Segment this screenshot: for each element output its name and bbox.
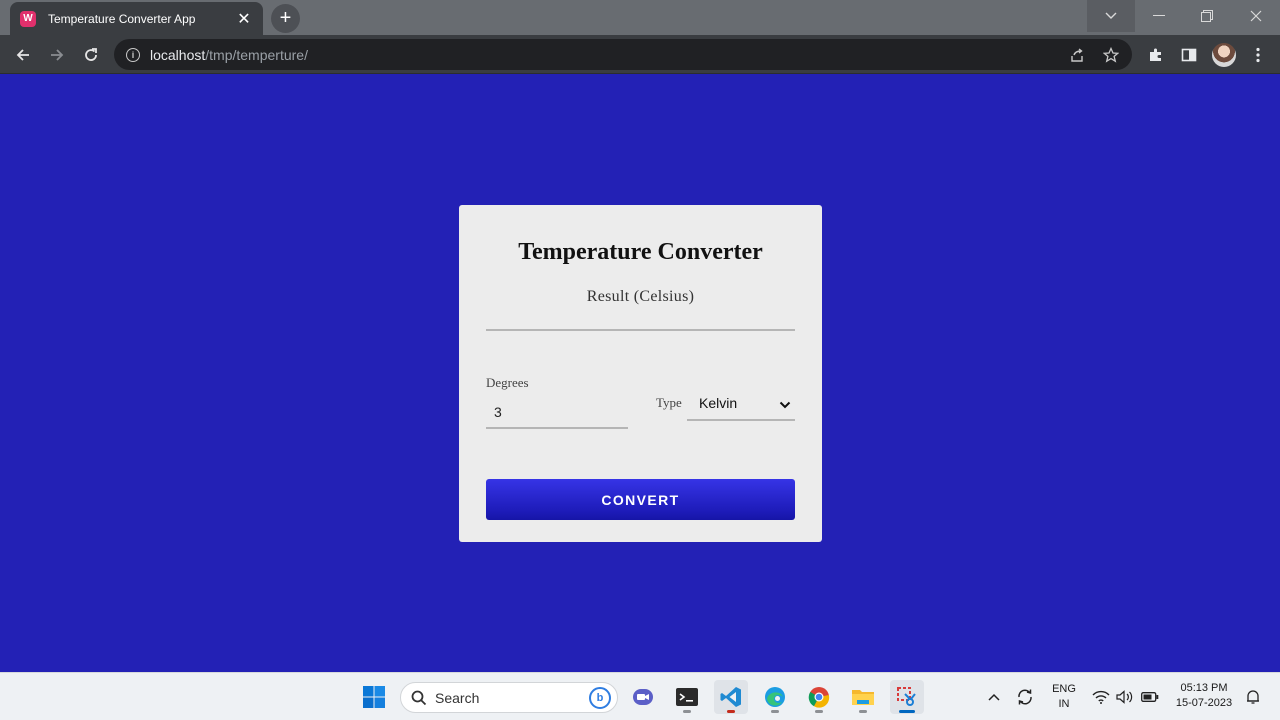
menu-kebab-icon[interactable]	[1245, 42, 1271, 68]
close-tab-icon[interactable]: ✕	[235, 9, 253, 29]
start-button[interactable]	[357, 680, 391, 714]
chevron-down-icon	[779, 397, 791, 413]
avatar	[1212, 43, 1236, 67]
tab-search-button[interactable]	[1087, 0, 1135, 32]
type-label: Type	[656, 395, 682, 410]
degrees-label: Degrees	[486, 375, 529, 390]
battery-icon[interactable]	[1138, 680, 1162, 714]
terminal-icon[interactable]	[670, 680, 704, 714]
reload-button[interactable]	[77, 41, 105, 69]
bookmark-star-icon[interactable]	[1100, 44, 1122, 66]
share-icon[interactable]	[1066, 44, 1088, 66]
snipping-tool-icon[interactable]	[890, 680, 924, 714]
running-indicator	[899, 710, 915, 713]
app-title: Temperature Converter	[518, 239, 763, 265]
forward-button[interactable]	[43, 41, 71, 69]
running-indicator	[815, 710, 823, 713]
clock[interactable]: 05:13 PM 15-07-2023	[1168, 681, 1240, 711]
extensions-icon[interactable]	[1143, 42, 1169, 68]
tab-title: Temperature Converter App	[48, 11, 196, 26]
new-tab-button[interactable]: +	[271, 4, 300, 33]
language-indicator[interactable]: ENG IN	[1048, 682, 1080, 712]
chevron-up-icon[interactable]	[982, 680, 1006, 714]
language-region: IN	[1058, 698, 1070, 710]
browser-tabstrip: W Temperature Converter App ✕ +	[0, 0, 1280, 35]
close-window-button[interactable]	[1232, 0, 1280, 32]
address-bar[interactable]: i localhost/tmp/temperture/	[114, 39, 1132, 70]
running-indicator	[727, 710, 735, 713]
minimize-button[interactable]	[1135, 0, 1183, 32]
running-indicator	[771, 710, 779, 713]
sync-icon[interactable]	[1011, 680, 1039, 714]
running-indicator	[859, 710, 867, 713]
back-button[interactable]	[9, 41, 37, 69]
favicon-icon: W	[20, 10, 36, 27]
edge-icon[interactable]	[758, 680, 792, 714]
search-icon	[411, 690, 427, 705]
url-text: localhost/tmp/temperture/	[150, 47, 308, 63]
taskbar: Search b ENG IN 05:13 PM 15-07-2023	[0, 672, 1280, 720]
wifi-icon[interactable]	[1090, 680, 1112, 714]
converter-card: Temperature Converter Result (Celsius) D…	[459, 205, 822, 542]
language-code: ENG	[1052, 683, 1076, 695]
browser-toolbar: i localhost/tmp/temperture/	[0, 35, 1280, 74]
type-select[interactable]: Kelvin	[687, 387, 795, 421]
file-explorer-icon[interactable]	[846, 680, 880, 714]
page-background: Temperature Converter Result (Celsius) D…	[0, 75, 1280, 672]
volume-icon[interactable]	[1114, 680, 1136, 714]
url-path: /tmp/temperture/	[205, 46, 308, 63]
degrees-input[interactable]	[486, 397, 628, 429]
side-panel-icon[interactable]	[1176, 42, 1202, 68]
clock-time: 05:13 PM	[1180, 682, 1228, 694]
notification-icon[interactable]	[1242, 680, 1264, 714]
convert-button[interactable]: CONVERT	[486, 479, 795, 520]
browser-tab[interactable]: W Temperature Converter App ✕	[10, 2, 263, 35]
clock-date: 15-07-2023	[1175, 697, 1233, 709]
bing-icon[interactable]: b	[589, 687, 611, 709]
profile-avatar[interactable]	[1211, 42, 1237, 68]
result-underline	[486, 329, 795, 331]
type-selected-value: Kelvin	[699, 395, 738, 411]
result-label: Result (Celsius)	[586, 288, 695, 305]
restore-button[interactable]	[1183, 0, 1231, 32]
vscode-icon[interactable]	[714, 680, 748, 714]
chrome-icon[interactable]	[802, 680, 836, 714]
search-placeholder: Search	[435, 689, 480, 706]
taskbar-search[interactable]: Search b	[400, 682, 618, 713]
site-info-icon[interactable]: i	[126, 47, 140, 62]
teams-chat-icon[interactable]	[626, 680, 660, 714]
running-indicator	[683, 710, 691, 713]
url-host: localhost	[150, 46, 206, 63]
